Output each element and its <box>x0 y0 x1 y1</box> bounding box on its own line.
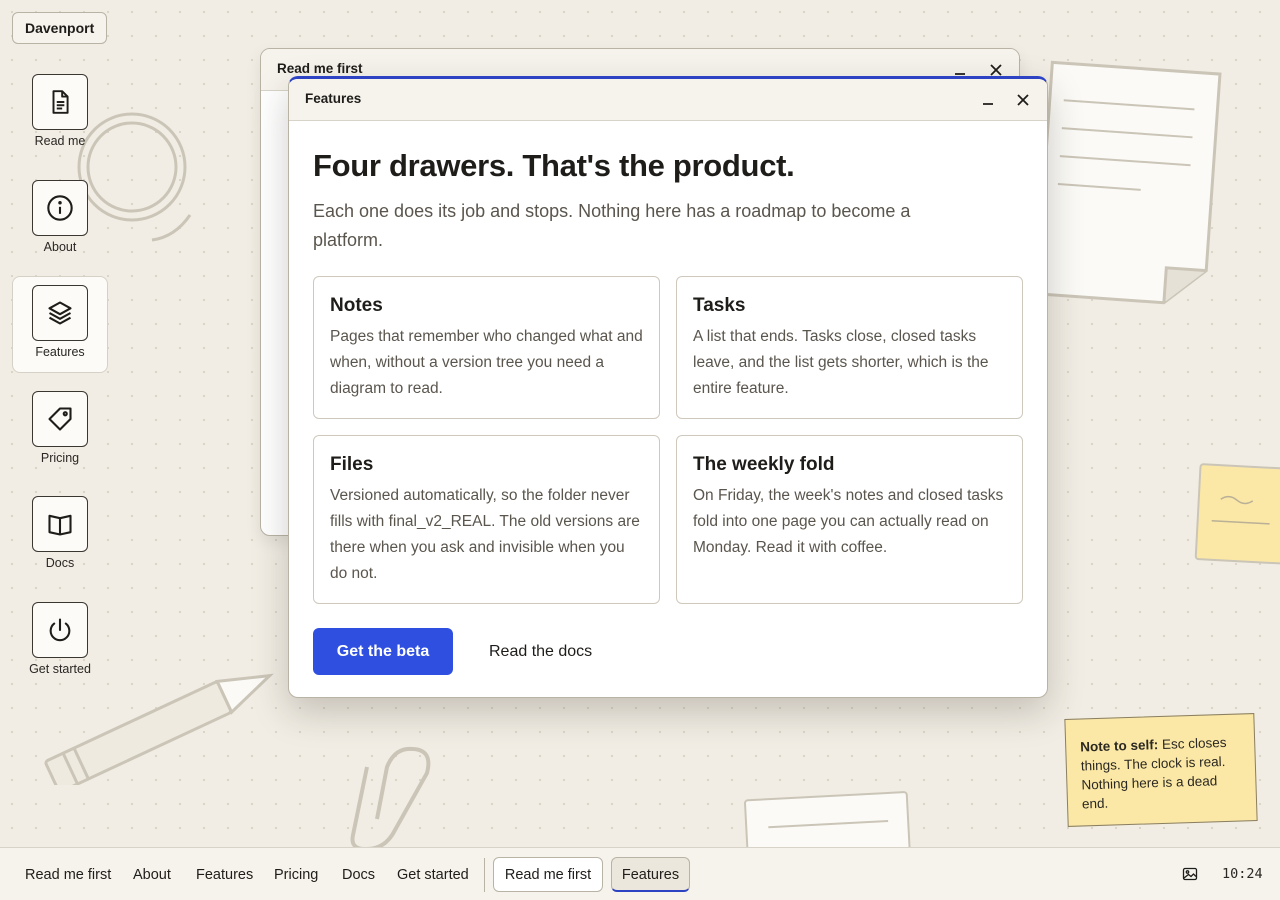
card-sketch <box>744 791 912 850</box>
taskbar-divider <box>484 858 485 892</box>
page-subtitle: Each one does its job and stops. Nothing… <box>313 201 911 250</box>
window-title: Features <box>305 91 362 106</box>
wallpaper-icon[interactable] <box>1182 866 1198 882</box>
clock: 10:24 <box>1222 866 1263 882</box>
get-beta-button[interactable]: Get the beta <box>313 628 453 675</box>
desktop-icon-get-started[interactable]: Get started <box>12 593 108 690</box>
paperclip-sketch <box>350 746 431 850</box>
taskbar-task-read-me-first[interactable]: Read me first <box>493 857 603 892</box>
close-icon <box>1017 94 1029 106</box>
desktop-icon-label: Pricing <box>40 451 80 465</box>
window-titlebar[interactable]: Features <box>289 79 1047 121</box>
feature-card-title: Tasks <box>693 295 746 316</box>
minimize-button[interactable] <box>977 89 999 111</box>
taskbar-link-about[interactable]: About <box>133 867 171 883</box>
sticky-note: Note to self: Esc closes things. The clo… <box>1064 713 1258 827</box>
taskbar-link-pricing[interactable]: Pricing <box>274 867 318 883</box>
window-content: Four drawers. That's the product. Each o… <box>289 121 1047 255</box>
desktop-icon-label: About <box>43 240 77 254</box>
desktop-icon-read-me[interactable]: Read me <box>12 65 108 162</box>
page-title: Four drawers. That's the product. <box>313 148 795 183</box>
sticky-note-label: Note to self: <box>1080 737 1159 755</box>
taskbar-link-read-me-first[interactable]: Read me first <box>25 867 111 883</box>
paper-sketch <box>1034 60 1222 305</box>
power-icon <box>32 602 88 658</box>
feature-card-files: Files Versioned automatically, so the fo… <box>313 435 660 604</box>
close-button[interactable] <box>1012 89 1034 111</box>
taskbar-link-docs[interactable]: Docs <box>342 867 375 883</box>
close-icon <box>990 64 1002 76</box>
book-icon <box>32 496 88 552</box>
feature-card-body: Versioned automatically, so the folder n… <box>330 487 640 582</box>
tag-icon <box>32 391 88 447</box>
desktop-icon-about[interactable]: About <box>12 171 108 268</box>
taskbar-link-features[interactable]: Features <box>196 867 253 883</box>
feature-card-title: Notes <box>330 295 383 316</box>
info-icon <box>32 180 88 236</box>
feature-card-notes: Notes Pages that remember who changed wh… <box>313 276 660 419</box>
taskbar: Read me first About Features Pricing Doc… <box>0 847 1280 900</box>
desktop-icon-label: Docs <box>45 556 75 570</box>
desktop-icon-docs[interactable]: Docs <box>12 487 108 584</box>
minimize-icon <box>983 103 993 105</box>
desktop-icon-label: Read me <box>34 134 86 148</box>
taskbar-task-features[interactable]: Features <box>611 857 690 892</box>
document-icon <box>32 74 88 130</box>
feature-card-title: Files <box>330 454 374 475</box>
desktop-icon-pricing[interactable]: Pricing <box>12 382 108 479</box>
feature-card-title: The weekly fold <box>693 454 835 475</box>
desktop-icon-features[interactable]: Features <box>12 276 108 373</box>
desktop-icon-label: Get started <box>29 662 91 676</box>
feature-card-body: Pages that remember who changed what and… <box>330 328 643 397</box>
desktop-icon-label: Features <box>35 345 85 359</box>
yellow-card-sketch <box>1194 463 1280 566</box>
window-title: Read me first <box>277 61 363 76</box>
taskbar-link-get-started[interactable]: Get started <box>397 867 469 883</box>
window-features[interactable]: Features Four drawers. That's the produc… <box>288 76 1048 698</box>
brand-button[interactable]: Davenport <box>12 12 108 44</box>
feature-card-tasks: Tasks A list that ends. Tasks close, clo… <box>676 276 1023 419</box>
feature-card-weekly-fold: The weekly fold On Friday, the week's no… <box>676 435 1023 604</box>
feature-card-body: A list that ends. Tasks close, closed ta… <box>693 328 989 397</box>
layers-icon <box>32 285 88 341</box>
read-docs-button[interactable]: Read the docs <box>489 628 592 675</box>
feature-card-body: On Friday, the week's notes and closed t… <box>693 487 1004 556</box>
